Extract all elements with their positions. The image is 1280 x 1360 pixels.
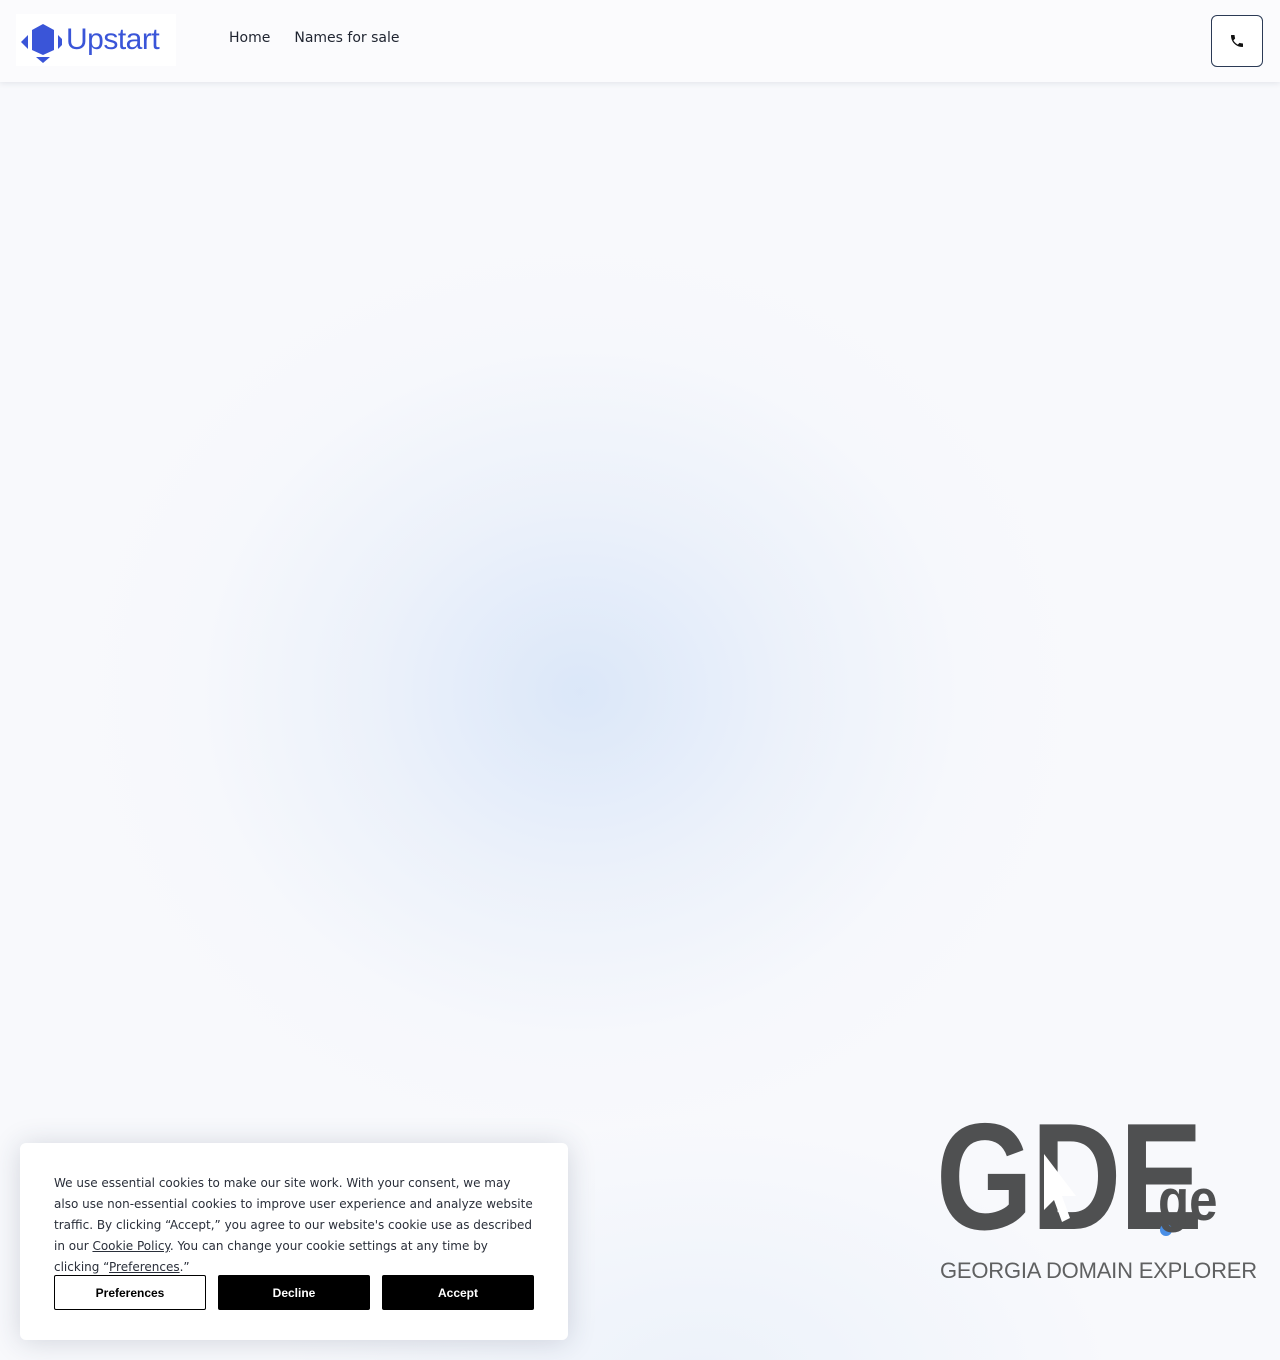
- nav-home[interactable]: Home: [229, 30, 270, 46]
- accept-button[interactable]: Accept: [382, 1275, 534, 1310]
- cookie-banner: We use essential cookies to make our sit…: [20, 1143, 568, 1340]
- cookie-policy-link[interactable]: Cookie Policy: [92, 1239, 169, 1253]
- preferences-button[interactable]: Preferences: [54, 1275, 206, 1310]
- decline-button[interactable]: Decline: [218, 1275, 370, 1310]
- gde-tagline: GEORGIA DOMAIN EXPLORER: [940, 1258, 1257, 1283]
- upstart-logo-mark: [21, 24, 62, 63]
- nav-names-for-sale[interactable]: Names for sale: [294, 30, 399, 46]
- gde-suffix: ge: [1158, 1168, 1218, 1233]
- phone-icon: [1231, 35, 1243, 47]
- site-header: Upstart Home Names for sale: [0, 0, 1280, 82]
- main-nav: Home Names for sale: [229, 30, 399, 46]
- cookie-text-3: .”: [179, 1260, 190, 1274]
- cursor-icon: [1044, 1154, 1076, 1222]
- upstart-logo[interactable]: Upstart: [16, 14, 176, 66]
- gde-logo: GDE ge GEORGIA DOMAIN EXPLORER: [936, 1101, 1257, 1284]
- preferences-link[interactable]: Preferences: [109, 1260, 180, 1274]
- logo-wordmark: Upstart: [66, 23, 160, 56]
- phone-button[interactable]: [1211, 15, 1263, 67]
- cookie-message: We use essential cookies to make our sit…: [54, 1173, 534, 1278]
